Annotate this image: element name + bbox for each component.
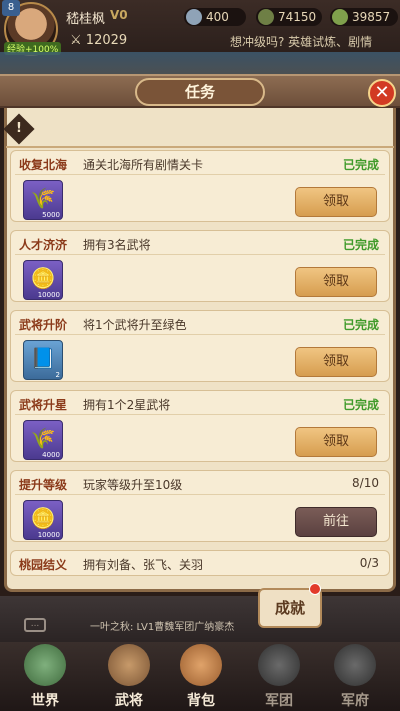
food-icon: [258, 9, 274, 25]
coin-icon: 🪙: [30, 506, 56, 530]
task-row: 武将升阶 将1个武将升至绿色 已完成 📘 2 领取: [10, 310, 390, 382]
task-name: 武将升星: [19, 398, 68, 412]
nav-mansion[interactable]: 军府: [320, 642, 390, 711]
task-description: 拥有1个2星武将: [83, 398, 171, 412]
task-row: 人才济济 拥有3名武将 已完成 🪙 10000 领取: [10, 230, 390, 302]
resource-wood[interactable]: 39857: [330, 8, 398, 26]
reward-item[interactable]: 🌾 5000: [23, 180, 63, 220]
info-icon-glyph: !: [16, 121, 22, 136]
wheat-icon: 🌾: [30, 426, 56, 450]
task-status: 已完成: [342, 158, 379, 172]
silver-icon: [186, 9, 202, 25]
task-divider: [15, 334, 385, 335]
nav-label: 世界: [31, 693, 59, 709]
resource-silver[interactable]: 400: [184, 8, 246, 26]
task-divider: [15, 414, 385, 415]
task-divider: [15, 174, 385, 175]
task-name: 提升等级: [19, 478, 68, 492]
info-icon[interactable]: !: [3, 113, 35, 145]
task-description: 将1个武将升至绿色: [83, 318, 187, 332]
go-button[interactable]: 前往: [295, 507, 377, 537]
resource-wood-value: 39857: [352, 10, 391, 24]
wheat-icon: 🌾: [30, 186, 56, 210]
claim-button[interactable]: 领取: [295, 267, 377, 297]
player-name: 嵇桂枫: [66, 12, 106, 27]
reward-quantity: 10000: [37, 291, 60, 299]
task-status: 8/10: [352, 476, 379, 490]
resource-silver-value: 400: [206, 10, 229, 24]
chat-icon[interactable]: ...: [24, 618, 46, 632]
globe-icon: [24, 644, 66, 686]
panel-divider: [6, 146, 394, 148]
task-name: 桃园结义: [19, 558, 68, 572]
resource-food[interactable]: 74150: [256, 8, 322, 26]
claim-button[interactable]: 领取: [295, 427, 377, 457]
task-row: 武将升星 拥有1个2星武将 已完成 🌾 4000 领取: [10, 390, 390, 462]
nav-generals[interactable]: 武将: [94, 642, 164, 711]
legion-icon: [258, 644, 300, 686]
nav-label: 军团: [265, 693, 293, 709]
bag-icon: [180, 644, 222, 686]
reward-item[interactable]: 🌾 4000: [23, 420, 63, 460]
reward-quantity: 10000: [37, 531, 60, 539]
mansion-icon: [334, 644, 376, 686]
nav-backpack[interactable]: 背包: [166, 642, 236, 711]
book-icon: 📘: [30, 346, 56, 370]
close-button[interactable]: ✕: [368, 79, 396, 107]
reward-item[interactable]: 🪙 10000: [23, 260, 63, 300]
task-panel-title: 任务: [135, 78, 265, 106]
combat-power-value: 12029: [85, 33, 128, 48]
task-row: 提升等级 玩家等级升至10级 8/10 🪙 10000 前往: [10, 470, 390, 542]
task-description: 拥有3名武将: [83, 238, 151, 252]
nav-label: 武将: [115, 693, 143, 709]
reward-item[interactable]: 📘 2: [23, 340, 63, 380]
wood-icon: [332, 9, 348, 25]
task-status: 已完成: [342, 398, 379, 412]
task-row: 桃园结义 拥有刘备、张飞、关羽 0/3: [10, 550, 390, 576]
nav-legion[interactable]: 军团: [244, 642, 314, 711]
reward-item[interactable]: 🪙 10000: [23, 500, 63, 540]
task-divider: [15, 254, 385, 255]
task-status: 已完成: [342, 238, 379, 252]
task-description: 拥有刘备、张飞、关羽: [83, 558, 204, 572]
resource-food-value: 74150: [278, 10, 317, 24]
task-panel-header: 任务: [0, 74, 400, 108]
task-name: 收复北海: [19, 158, 68, 172]
coin-icon: 🪙: [30, 266, 56, 290]
task-name: 人才济济: [19, 238, 68, 252]
nav-label: 军府: [341, 693, 369, 709]
nav-world[interactable]: 世界: [10, 642, 80, 711]
general-icon: [108, 644, 150, 686]
player-level-badge: 8: [2, 0, 20, 16]
task-status: 已完成: [342, 318, 379, 332]
combat-power: ⚔ 12029: [70, 33, 128, 48]
task-status: 0/3: [359, 556, 379, 570]
chat-message[interactable]: 一叶之秋: LV1曹魏军团广纳豪杰: [90, 618, 234, 633]
task-row: 收复北海 通关北海所有剧情关卡 已完成 🌾 5000 领取: [10, 150, 390, 222]
task-name: 武将升阶: [19, 318, 68, 332]
news-ticker[interactable]: 想冲级吗? 英雄试炼、剧情: [230, 33, 372, 50]
notification-dot: [309, 583, 321, 595]
vip-level[interactable]: V0: [110, 8, 128, 22]
nav-label: 背包: [187, 693, 215, 709]
task-description: 通关北海所有剧情关卡: [83, 158, 204, 172]
reward-quantity: 4000: [42, 451, 60, 459]
task-description: 玩家等级升至10级: [83, 478, 183, 492]
reward-quantity: 2: [55, 371, 60, 379]
reward-quantity: 5000: [42, 211, 60, 219]
claim-button[interactable]: 领取: [295, 347, 377, 377]
task-divider: [15, 494, 385, 495]
claim-button[interactable]: 领取: [295, 187, 377, 217]
